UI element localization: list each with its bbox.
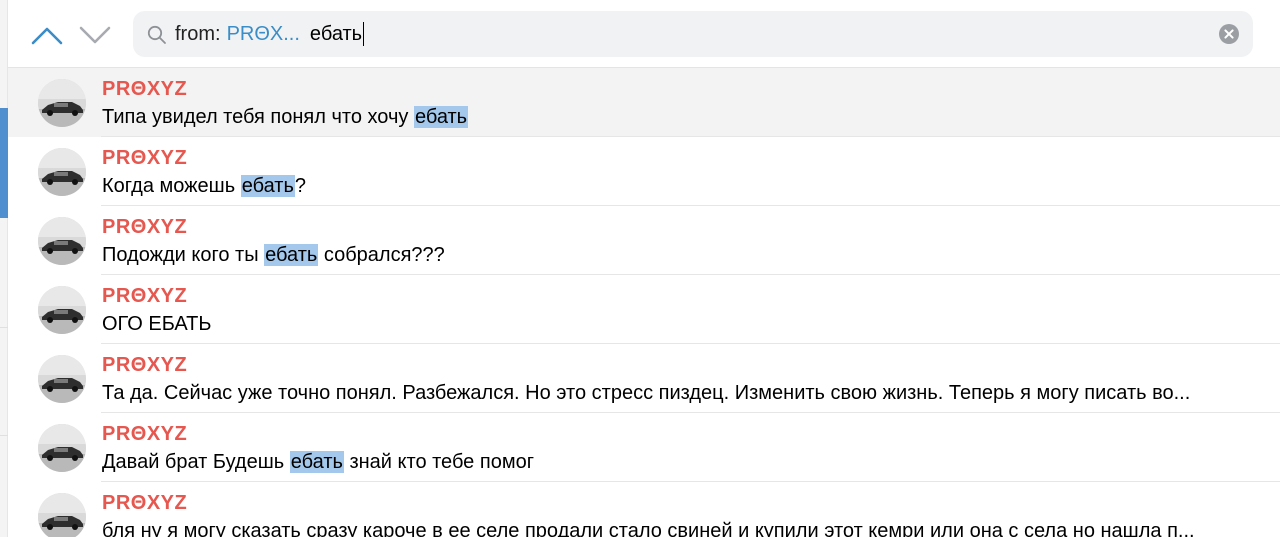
sender-name: PRΘXYZ — [102, 78, 188, 100]
search-match-highlight: ебать — [264, 244, 319, 266]
sender-name: PRΘXYZ — [102, 285, 188, 307]
car-photo-icon — [38, 493, 86, 537]
car-photo-icon — [38, 424, 86, 472]
search-result-row[interactable]: PRΘXYZ Давай брат Будешь ебать знай кто … — [8, 413, 1280, 482]
snippet-text-before: ОГО ЕБАТЬ — [102, 313, 212, 335]
message-snippet: Та да. Сейчас уже точно понял. Разбежалс… — [102, 381, 1268, 405]
search-result-row[interactable]: PRΘXYZ Подожди кого ты ебать собрался??? — [8, 206, 1280, 275]
sender-name: PRΘXYZ — [102, 216, 188, 238]
message-snippet: ОГО ЕБАТЬ — [102, 312, 1268, 336]
avatar — [38, 286, 86, 334]
selected-chat-indicator — [0, 108, 8, 218]
snippet-text-after: собрался??? — [318, 244, 445, 266]
search-match-highlight: ебать — [413, 106, 469, 128]
avatar — [38, 148, 86, 196]
search-toolbar: from: PRΘX... ебать — [8, 0, 1280, 68]
search-input[interactable]: from: PRΘX... ебать — [175, 11, 365, 57]
snippet-text-before: Подожди кого ты — [102, 244, 265, 266]
sender-name: PRΘXYZ — [102, 147, 188, 169]
sender-filter-chip[interactable]: PRΘX... — [227, 23, 300, 45]
car-photo-icon — [38, 79, 86, 127]
message-snippet: Подожди кого ты ебать собрался??? — [102, 243, 1268, 267]
avatar — [38, 355, 86, 403]
search-match-highlight: ебать — [289, 451, 344, 473]
chevron-down-icon — [79, 26, 111, 44]
search-result-row[interactable]: PRΘXYZ Типа увидел тебя понял что хочу е… — [8, 68, 1280, 137]
next-result-button[interactable] — [78, 20, 112, 50]
filter-prefix: from: — [175, 23, 221, 45]
previous-result-button[interactable] — [30, 20, 64, 50]
snippet-text-before: Та да. Сейчас уже точно понял. Разбежалс… — [102, 382, 1191, 404]
search-field[interactable]: from: PRΘX... ебать — [133, 11, 1253, 57]
chevron-up-icon — [31, 27, 63, 45]
snippet-text-before: Давай брат Будешь — [102, 451, 290, 473]
message-snippet: Типа увидел тебя понял что хочу ебать — [102, 105, 1268, 129]
avatar — [38, 217, 86, 265]
search-result-row[interactable]: PRΘXYZ ОГО ЕБАТЬ — [8, 275, 1280, 344]
message-snippet: бля ну я могу сказать сразу кароче в ее … — [102, 519, 1268, 537]
chat-list-divider — [0, 327, 8, 328]
avatar — [38, 79, 86, 127]
car-photo-icon — [38, 148, 86, 196]
car-photo-icon — [38, 217, 86, 265]
chat-list-divider — [0, 435, 8, 436]
snippet-text-before: Когда можешь — [102, 175, 241, 197]
message-snippet: Когда можешь ебать? — [102, 174, 1268, 198]
search-result-row[interactable]: PRΘXYZ бля ну я могу сказать сразу кароч… — [8, 482, 1280, 537]
search-results-list: PRΘXYZ Типа увидел тебя понял что хочу е… — [8, 68, 1280, 537]
snippet-text-before: Типа увидел тебя понял что хочу — [102, 106, 414, 128]
car-photo-icon — [38, 286, 86, 334]
car-photo-icon — [38, 355, 86, 403]
sender-name: PRΘXYZ — [102, 492, 188, 514]
search-match-highlight: ебать — [240, 175, 295, 197]
avatar — [38, 493, 86, 537]
sender-name: PRΘXYZ — [102, 354, 188, 376]
search-query-text: ебать — [309, 23, 363, 45]
avatar — [38, 424, 86, 472]
chat-list-edge — [0, 0, 8, 537]
text-caret — [363, 21, 365, 46]
clear-search-button[interactable] — [1219, 24, 1239, 44]
search-result-row[interactable]: PRΘXYZ Та да. Сейчас уже точно понял. Ра… — [8, 344, 1280, 413]
snippet-text-after: знай кто тебе помог — [343, 451, 534, 473]
search-icon — [147, 25, 166, 44]
sender-name: PRΘXYZ — [102, 423, 188, 445]
message-snippet: Давай брат Будешь ебать знай кто тебе по… — [102, 450, 1268, 474]
snippet-text-after: ? — [294, 175, 306, 197]
clear-icon — [1219, 24, 1239, 44]
search-result-row[interactable]: PRΘXYZ Когда можешь ебать? — [8, 137, 1280, 206]
snippet-text-before: бля ну я могу сказать сразу кароче в ее … — [102, 520, 1195, 537]
